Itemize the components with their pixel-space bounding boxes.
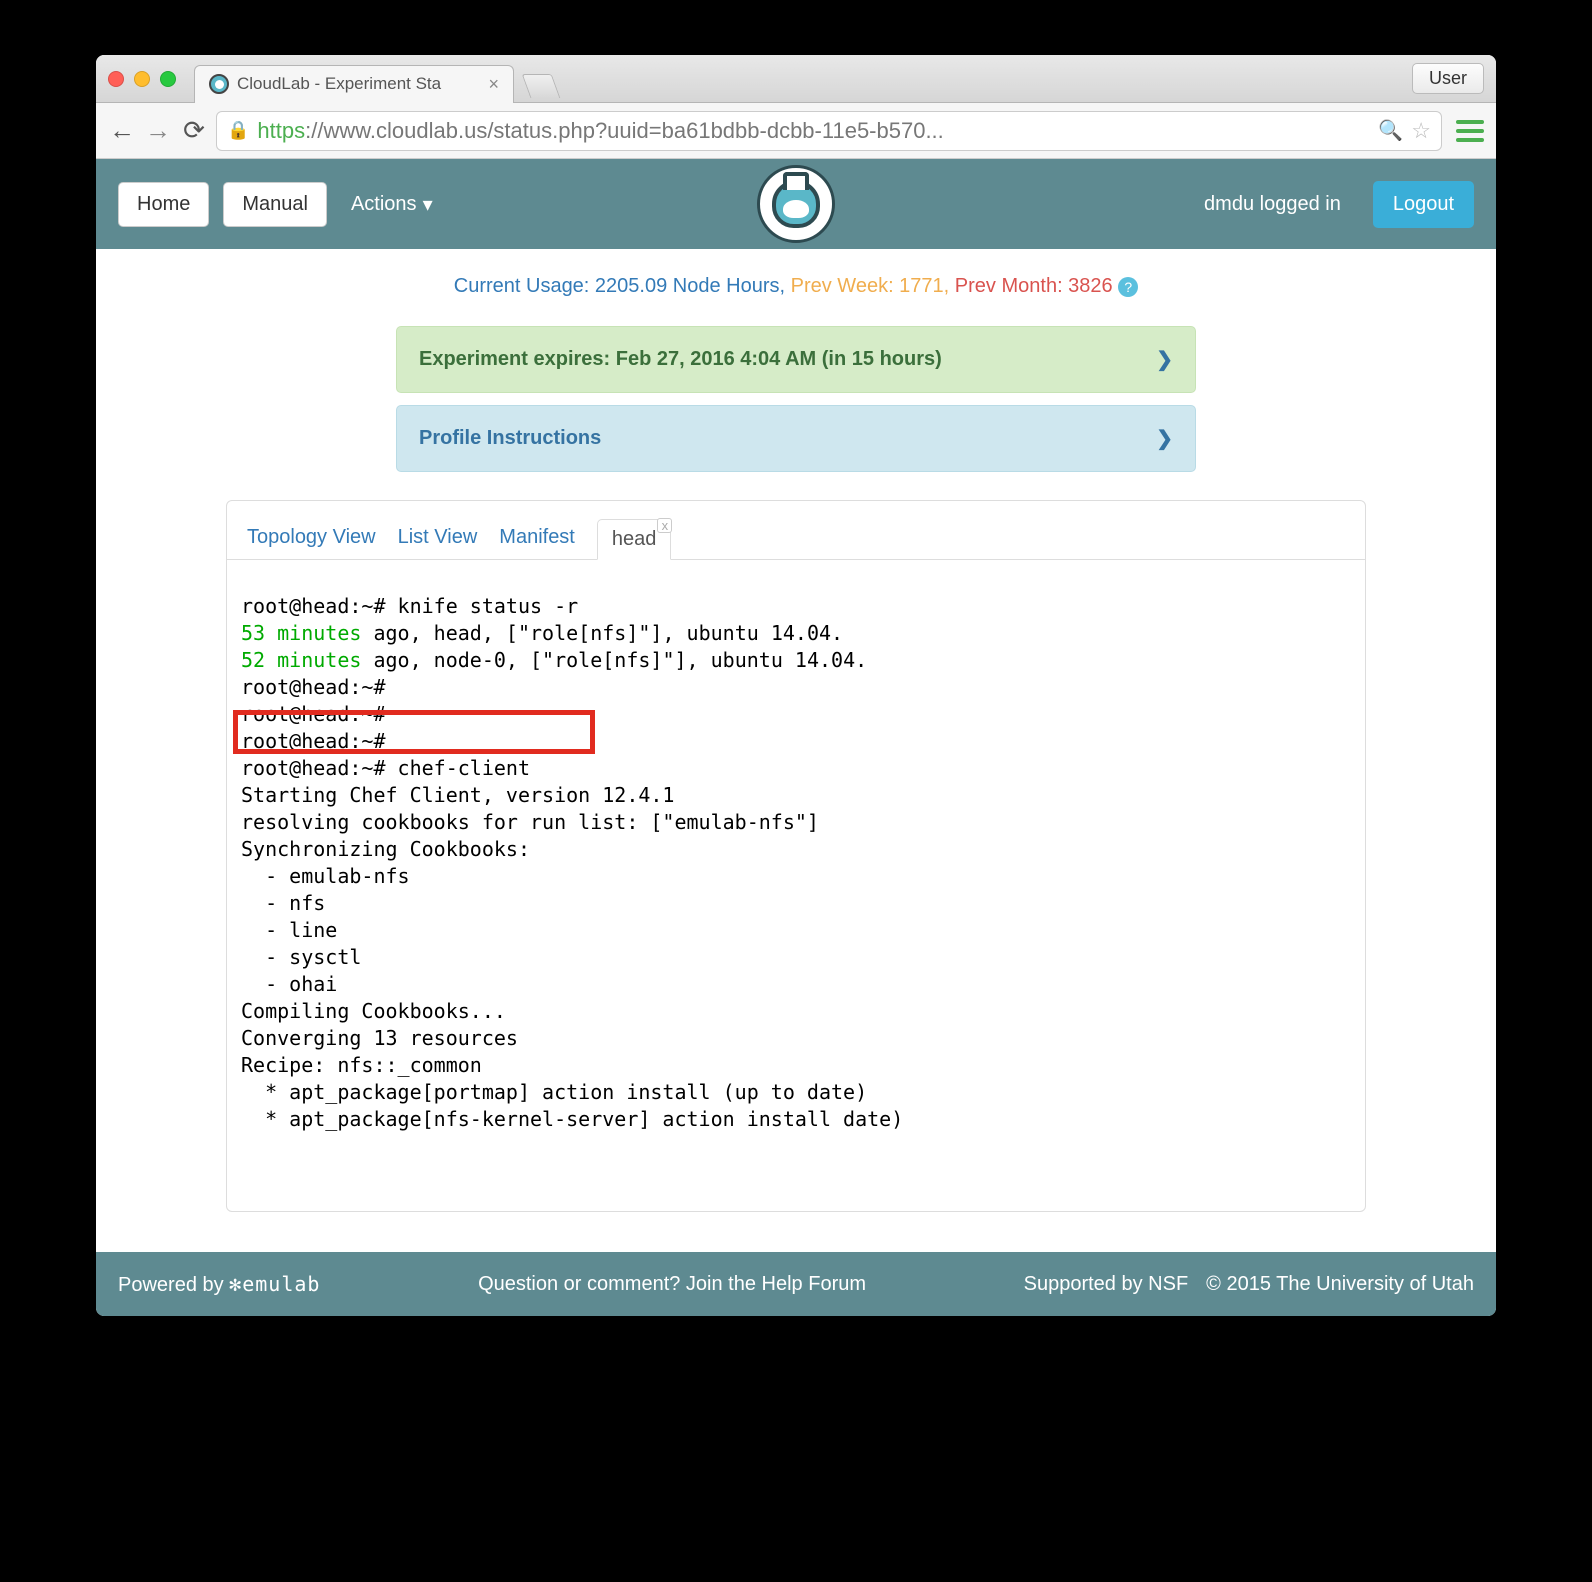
terminal-line: root@head:~# knife status -r	[241, 594, 578, 618]
terminal-output[interactable]: root@head:~# knife status -r 53 minutes …	[227, 560, 1365, 1187]
terminal-line: Synchronizing Cookbooks:	[241, 837, 530, 861]
back-button[interactable]: ←	[108, 115, 136, 146]
chevron-down-icon: ▾	[423, 192, 433, 217]
terminal-line: Recipe: nfs::_common	[241, 1053, 482, 1077]
terminal-line: root@head:~#	[241, 675, 386, 699]
forward-button[interactable]: →	[144, 115, 172, 146]
manual-button[interactable]: Manual	[223, 182, 327, 227]
reload-button[interactable]: ⟳	[180, 115, 208, 146]
minimize-window-button[interactable]	[134, 71, 150, 87]
close-window-button[interactable]	[108, 71, 124, 87]
favicon-icon	[209, 74, 229, 94]
logged-in-text: dmdu logged in	[1204, 193, 1341, 216]
terminal-line: ago, head, ["role[nfs]"], ubuntu 14.04.	[361, 621, 843, 645]
browser-window: CloudLab - Experiment Sta × User ← → ⟳ 🔒…	[96, 55, 1496, 1316]
url-text: https://www.cloudlab.us/status.php?uuid=…	[257, 118, 1370, 144]
copyright: © 2015 The University of Utah	[1206, 1273, 1474, 1296]
terminal-line: - emulab-nfs	[241, 864, 410, 888]
window-controls	[108, 71, 176, 87]
menu-icon[interactable]	[1456, 120, 1484, 142]
powered-by: Powered by ✻emulab	[118, 1272, 320, 1297]
profile-instructions-panel[interactable]: Profile Instructions ❯	[396, 405, 1196, 472]
prev-week-usage: Prev Week: 1771,	[791, 275, 950, 297]
experiment-expiry-panel[interactable]: Experiment expires: Feb 27, 2016 4:04 AM…	[396, 326, 1196, 393]
tab-manifest[interactable]: Manifest	[499, 526, 575, 559]
close-tab-icon[interactable]: x	[657, 518, 672, 533]
actions-dropdown[interactable]: Actions ▾	[351, 192, 433, 217]
actions-label: Actions	[351, 193, 417, 216]
chevron-right-icon: ❯	[1156, 426, 1173, 451]
terminal-line: root@head:~#	[241, 702, 386, 726]
terminal-line: - nfs	[241, 891, 325, 915]
site-logo[interactable]	[757, 165, 835, 243]
site-footer: Powered by ✻emulab Question or comment? …	[96, 1252, 1496, 1316]
tab-head[interactable]: head x	[597, 519, 672, 560]
terminal-line: - line	[241, 918, 337, 942]
tab-topology-view[interactable]: Topology View	[247, 526, 376, 559]
prev-month-usage: Prev Month: 3826	[955, 275, 1113, 297]
terminal-line: 52 minutes	[241, 648, 361, 672]
help-icon[interactable]: ?	[1118, 277, 1138, 297]
terminal-line: 53 minutes	[241, 621, 361, 645]
bookmark-icon[interactable]: ☆	[1411, 118, 1431, 144]
terminal-line: - sysctl	[241, 945, 361, 969]
instructions-text: Profile Instructions	[419, 427, 601, 450]
tab-list-view[interactable]: List View	[398, 526, 478, 559]
terminal-line: Starting Chef Client, version 12.4.1	[241, 783, 674, 807]
logout-button[interactable]: Logout	[1373, 181, 1474, 228]
terminal-line: root@head:~#	[241, 729, 386, 753]
terminal-line: Compiling Cookbooks...	[241, 999, 506, 1023]
terminal-line: root@head:~# chef-client	[241, 756, 530, 780]
help-forum-link[interactable]: Question or comment? Join the Help Forum	[320, 1273, 1023, 1296]
terminal-line: - ohai	[241, 972, 337, 996]
current-usage: Current Usage: 2205.09 Node Hours,	[454, 275, 785, 297]
supported-by: Supported by NSF	[1024, 1273, 1189, 1296]
terminal-line: * apt_package[nfs-kernel-server] action …	[241, 1107, 903, 1131]
lock-icon: 🔒	[227, 120, 249, 141]
usage-summary: Current Usage: 2205.09 Node Hours, Prev …	[96, 267, 1496, 314]
search-icon[interactable]: 🔍	[1378, 118, 1403, 143]
terminal-line: resolving cookbooks for run list: ["emul…	[241, 810, 819, 834]
browser-tab[interactable]: CloudLab - Experiment Sta ×	[194, 65, 514, 103]
tab-title: CloudLab - Experiment Sta	[237, 74, 480, 94]
new-tab-button[interactable]	[522, 74, 561, 98]
terminal-card: Topology View List View Manifest head x …	[226, 500, 1366, 1212]
tab-head-label: head	[612, 528, 657, 550]
expiry-text: Experiment expires: Feb 27, 2016 4:04 AM…	[419, 348, 942, 371]
close-tab-icon[interactable]: ×	[488, 74, 499, 95]
address-bar[interactable]: 🔒 https://www.cloudlab.us/status.php?uui…	[216, 111, 1442, 151]
home-button[interactable]: Home	[118, 182, 209, 227]
terminal-line: * apt_package[portmap] action install (u…	[241, 1080, 867, 1104]
user-menu-button[interactable]: User	[1412, 63, 1484, 94]
terminal-tabs: Topology View List View Manifest head x	[227, 519, 1365, 560]
flask-icon	[772, 180, 820, 228]
browser-toolbar: ← → ⟳ 🔒 https://www.cloudlab.us/status.p…	[96, 103, 1496, 159]
window-tabbar: CloudLab - Experiment Sta × User	[96, 55, 1496, 103]
site-header: Home Manual Actions ▾ dmdu logged in Log…	[96, 159, 1496, 249]
terminal-line: Converging 13 resources	[241, 1026, 518, 1050]
terminal-line: ago, node-0, ["role[nfs]"], ubuntu 14.04…	[361, 648, 867, 672]
chevron-right-icon: ❯	[1156, 347, 1173, 372]
maximize-window-button[interactable]	[160, 71, 176, 87]
page-content: Current Usage: 2205.09 Node Hours, Prev …	[96, 249, 1496, 1252]
emulab-logo[interactable]: ✻emulab	[229, 1272, 320, 1296]
